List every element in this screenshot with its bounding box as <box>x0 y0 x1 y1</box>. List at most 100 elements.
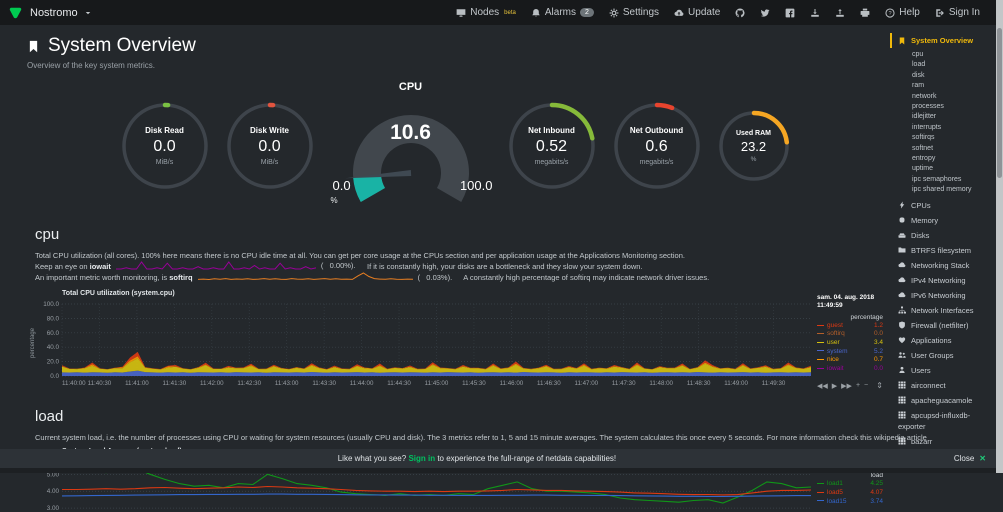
legend-series-row[interactable]: softirq 0.0 <box>817 330 883 339</box>
sidebar-subitem[interactable]: disk <box>890 71 996 81</box>
help-button[interactable]: ? Help <box>885 7 920 18</box>
cpu-legend-time: 11:49:59 <box>817 302 883 310</box>
legend-series-row[interactable]: user 3.4 <box>817 339 883 348</box>
sidebar-section-item[interactable]: IPv4 Networking <box>890 275 996 286</box>
legend-series-row[interactable]: load15 3.74 <box>817 498 883 507</box>
gauge-used-ram[interactable]: Used RAM 23.2 % <box>716 108 792 184</box>
zoom-in-button[interactable]: + <box>856 382 860 389</box>
sidebar-section-item[interactable]: apacheguacamole <box>890 395 996 406</box>
legend-series-row[interactable]: iowait 0.0 <box>817 365 883 374</box>
settings-button[interactable]: Settings <box>609 7 659 18</box>
resize-handle[interactable]: ⇕ <box>876 381 883 390</box>
sidebar-section-item[interactable]: apcupsd-influxdb-exporter <box>890 410 996 432</box>
settings-label: Settings <box>623 7 659 18</box>
import-button[interactable] <box>810 8 820 18</box>
print-button[interactable] <box>860 8 870 18</box>
cpu-gauge-value: 10.6 <box>329 121 493 145</box>
sidebar-subitem[interactable]: softnet <box>890 144 996 154</box>
gauge-net-inbound[interactable]: Net Inbound 0.52 megabits/s <box>506 100 598 192</box>
sidebar-section-item[interactable]: User Groups <box>890 350 996 361</box>
svg-text:80.0: 80.0 <box>47 315 60 322</box>
export-button[interactable] <box>835 8 845 18</box>
github-button[interactable] <box>735 8 745 18</box>
sidebar-section-item[interactable]: CPUs <box>890 200 996 211</box>
sidebar-section-item[interactable]: IPv6 Networking <box>890 290 996 301</box>
page-scrollbar[interactable] <box>996 0 1003 473</box>
svg-text:11:47:00: 11:47:00 <box>574 380 598 387</box>
sidebar-subitem[interactable]: entropy <box>890 154 996 164</box>
twitter-button[interactable] <box>760 8 770 18</box>
cpu-chart-area: Total CPU utilization (system.cpu) perce… <box>27 292 811 394</box>
series-value: 4.25 <box>870 480 883 489</box>
brand-selector[interactable]: Nostromo <box>8 6 92 20</box>
page-bottom-strip <box>0 468 996 473</box>
sidebar-section-item[interactable]: Disks <box>890 230 996 241</box>
sidebar-section-item[interactable]: Firewall (netfilter) <box>890 320 996 331</box>
legend-series-row[interactable]: system 5.2 <box>817 348 883 357</box>
cpu-chart-plot[interactable]: 100.080.060.040.020.00.011:40:0011:40:30… <box>27 296 811 394</box>
legend-series-row[interactable]: load5 4.07 <box>817 489 883 498</box>
brand-name: Nostromo <box>30 7 78 19</box>
signin-button[interactable]: Sign In <box>935 7 980 18</box>
net-inbound-unit: megabits/s <box>535 159 569 166</box>
gauge-disk-read[interactable]: Disk Read 0.0 MiB/s <box>119 100 211 192</box>
signin-link[interactable]: Sign in <box>408 454 435 463</box>
play-button[interactable]: ▶ <box>832 382 837 390</box>
alarms-button[interactable]: Alarms 2 <box>531 7 594 18</box>
scrollbar-thumb[interactable] <box>997 28 1002 178</box>
sidebar-subitem[interactable]: network <box>890 92 996 102</box>
page-subtitle: Overview of the key system metrics. <box>27 61 883 70</box>
pan-backward-button[interactable]: ◀◀ <box>817 382 828 390</box>
top-navbar: Nostromo Nodes beta Alarms 2 Settings Up… <box>0 0 996 25</box>
svg-text:11:49:30: 11:49:30 <box>762 380 786 387</box>
svg-text:11:49:00: 11:49:00 <box>724 380 748 387</box>
sidebar-subitem[interactable]: load <box>890 60 996 70</box>
sidebar-section-item[interactable]: Networking Stack <box>890 260 996 271</box>
sidebar-section-item[interactable]: Users <box>890 365 996 376</box>
disk-read-label: Disk Read <box>145 126 184 135</box>
pan-forward-button[interactable]: ▶▶ <box>841 382 852 390</box>
sidebar-subitem[interactable]: uptime <box>890 164 996 174</box>
sidebar-section-label: Disks <box>911 231 929 240</box>
svg-text:0.0: 0.0 <box>50 373 59 380</box>
sidebar-subitem[interactable]: ipc shared memory <box>890 185 996 195</box>
alarms-count-badge: 2 <box>580 8 594 17</box>
legend-series-row[interactable]: load1 4.25 <box>817 480 883 489</box>
cpu-description-line3: An important metric worth monitoring, is… <box>35 272 883 284</box>
sidebar-section-label: bazarr <box>911 437 932 446</box>
series-swatch <box>817 492 824 493</box>
sidebar-subitem[interactable]: ipc semaphores <box>890 175 996 185</box>
sidebar-section-label: IPv6 Networking <box>911 291 966 300</box>
sidebar-section-item[interactable]: Applications <box>890 335 996 346</box>
gauge-net-outbound[interactable]: Net Outbound 0.6 megabits/s <box>611 100 703 192</box>
page-title: System Overview <box>27 35 883 57</box>
series-swatch <box>817 333 824 334</box>
sidebar-section-item[interactable]: BTRFS filesystem <box>890 245 996 256</box>
bookmark-icon <box>27 39 40 54</box>
sidebar-section-item[interactable]: Memory <box>890 215 996 226</box>
facebook-button[interactable] <box>785 8 795 18</box>
nodes-button[interactable]: Nodes beta <box>456 7 516 18</box>
sidebar-subitem[interactable]: ram <box>890 81 996 91</box>
sidebar-subitem[interactable]: idlejitter <box>890 112 996 122</box>
sidebar-section-item[interactable]: bazarr <box>890 436 996 447</box>
series-value: 4.07 <box>870 489 883 498</box>
sidebar-subitem[interactable]: interrupts <box>890 123 996 133</box>
sidebar-section-icon <box>898 411 906 419</box>
sidebar-section-item[interactable]: airconnect <box>890 380 996 391</box>
close-banner-button[interactable]: Close ✕ <box>954 454 986 463</box>
update-button[interactable]: Update <box>674 7 720 18</box>
sidebar-subitem[interactable]: processes <box>890 102 996 112</box>
legend-series-row[interactable]: nice 0.7 <box>817 356 883 365</box>
sidebar-subitem[interactable]: softirqs <box>890 133 996 143</box>
legend-series-row[interactable]: guest 1.2 <box>817 322 883 331</box>
sidebar-subitem[interactable]: cpu <box>890 50 996 60</box>
series-value: 1.2 <box>874 322 883 331</box>
svg-text:11:45:00: 11:45:00 <box>425 380 449 387</box>
gauge-cpu[interactable]: CPU 10.6 0.0 100.0 % <box>329 81 493 211</box>
zoom-out-button[interactable]: − <box>864 382 868 389</box>
sidebar-item-system-overview[interactable]: System Overview <box>890 33 996 48</box>
alarms-label: Alarms <box>545 7 576 18</box>
sidebar-section-item[interactable]: Network Interfaces <box>890 305 996 316</box>
gauge-disk-write[interactable]: Disk Write 0.0 MiB/s <box>224 100 316 192</box>
